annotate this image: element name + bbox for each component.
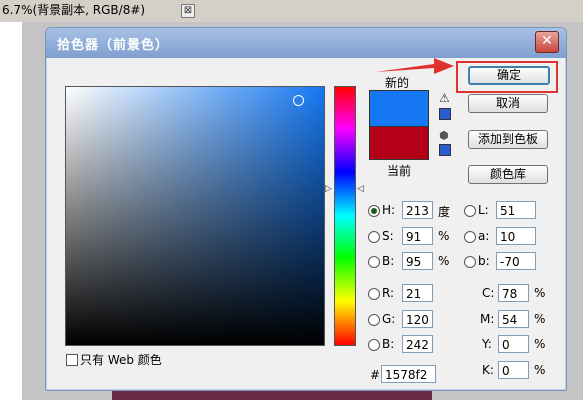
- magenta-label: M:: [480, 312, 495, 326]
- document-tab-strip: 6.7%(背景副本, RGB/8#) ⊠: [0, 0, 583, 22]
- close-button[interactable]: ✕: [535, 31, 559, 53]
- hue-slider-right-arrow-icon[interactable]: ◁: [357, 184, 364, 194]
- saturation-input[interactable]: 91: [402, 227, 433, 245]
- color-picker-dialog: 拾色器（前景色） ✕ ▷ ◁ 新的 当前 ⚠ ⬢ 确定 取消 添加到色板 颜色库…: [45, 27, 567, 391]
- document-image: [112, 390, 432, 400]
- color-field[interactable]: [65, 86, 325, 346]
- cyan-input[interactable]: 78: [498, 284, 529, 302]
- add-to-swatches-button[interactable]: 添加到色板: [468, 130, 548, 149]
- lab-l-label: L:: [478, 203, 489, 217]
- web-safe-color-swatch[interactable]: [439, 144, 451, 156]
- brightness-unit: %: [438, 254, 450, 268]
- document-tab-title[interactable]: 6.7%(背景副本, RGB/8#): [0, 0, 149, 22]
- annotation-arrow-icon: [376, 58, 454, 74]
- hue-slider-left-arrow-icon[interactable]: ▷: [325, 184, 332, 194]
- lab-b-radio[interactable]: [464, 256, 476, 268]
- yellow-label: Y:: [482, 337, 492, 351]
- web-colors-only-label[interactable]: 只有 Web 颜色: [80, 351, 162, 368]
- hue-slider[interactable]: [334, 86, 356, 346]
- red-radio[interactable]: [368, 288, 380, 300]
- cyan-unit: %: [534, 286, 546, 300]
- green-input[interactable]: 120: [402, 310, 433, 328]
- red-label: R:: [382, 286, 395, 300]
- magenta-input[interactable]: 54: [498, 310, 529, 328]
- lab-l-input[interactable]: 51: [496, 201, 536, 219]
- hue-input[interactable]: 213: [402, 201, 433, 219]
- lab-a-label: a:: [478, 229, 490, 243]
- color-picker-ring[interactable]: [293, 95, 304, 106]
- web-safe-cube-icon[interactable]: ⬢: [439, 129, 449, 142]
- current-color-label: 当前: [387, 164, 412, 178]
- lab-a-radio[interactable]: [464, 231, 476, 243]
- dialog-titlebar: 拾色器（前景色） ✕: [46, 28, 566, 58]
- black-label: K:: [482, 363, 494, 377]
- magenta-unit: %: [534, 312, 546, 326]
- hex-label: #: [370, 368, 381, 382]
- brightness-radio[interactable]: [368, 256, 380, 268]
- hue-radio[interactable]: [368, 205, 380, 217]
- lab-l-radio[interactable]: [464, 205, 476, 217]
- blue-radio[interactable]: [368, 339, 380, 351]
- hex-input[interactable]: 1578f2: [381, 365, 436, 383]
- saturation-label: S:: [382, 229, 394, 243]
- ok-button[interactable]: 确定: [468, 66, 550, 85]
- hue-label: H:: [382, 203, 396, 217]
- green-label: G:: [382, 312, 396, 326]
- red-input[interactable]: 21: [402, 284, 433, 302]
- yellow-unit: %: [534, 337, 546, 351]
- color-libraries-button[interactable]: 颜色库: [468, 165, 548, 184]
- brightness-input[interactable]: 95: [402, 252, 433, 270]
- yellow-input[interactable]: 0: [498, 335, 529, 353]
- black-unit: %: [534, 363, 546, 377]
- hue-unit: 度: [438, 205, 451, 219]
- brightness-label: B:: [382, 254, 395, 268]
- current-color-swatch[interactable]: [369, 126, 429, 160]
- blue-label: B:: [382, 337, 395, 351]
- blue-input[interactable]: 242: [402, 335, 433, 353]
- gamut-color-swatch[interactable]: [439, 108, 451, 120]
- gamut-warning-icon[interactable]: ⚠: [439, 91, 450, 105]
- dialog-title: 拾色器（前景色）: [57, 38, 170, 53]
- lab-a-input[interactable]: 10: [496, 227, 536, 245]
- green-radio[interactable]: [368, 314, 380, 326]
- new-color-swatch: [369, 90, 429, 127]
- lab-b-label: b:: [478, 254, 490, 268]
- black-input[interactable]: 0: [498, 361, 529, 379]
- saturation-radio[interactable]: [368, 231, 380, 243]
- saturation-unit: %: [438, 229, 450, 243]
- cancel-button[interactable]: 取消: [468, 94, 548, 113]
- close-icon[interactable]: ⊠: [181, 4, 195, 18]
- cyan-label: C:: [482, 286, 495, 300]
- web-colors-only-checkbox[interactable]: [66, 354, 78, 366]
- lab-b-input[interactable]: -70: [496, 252, 536, 270]
